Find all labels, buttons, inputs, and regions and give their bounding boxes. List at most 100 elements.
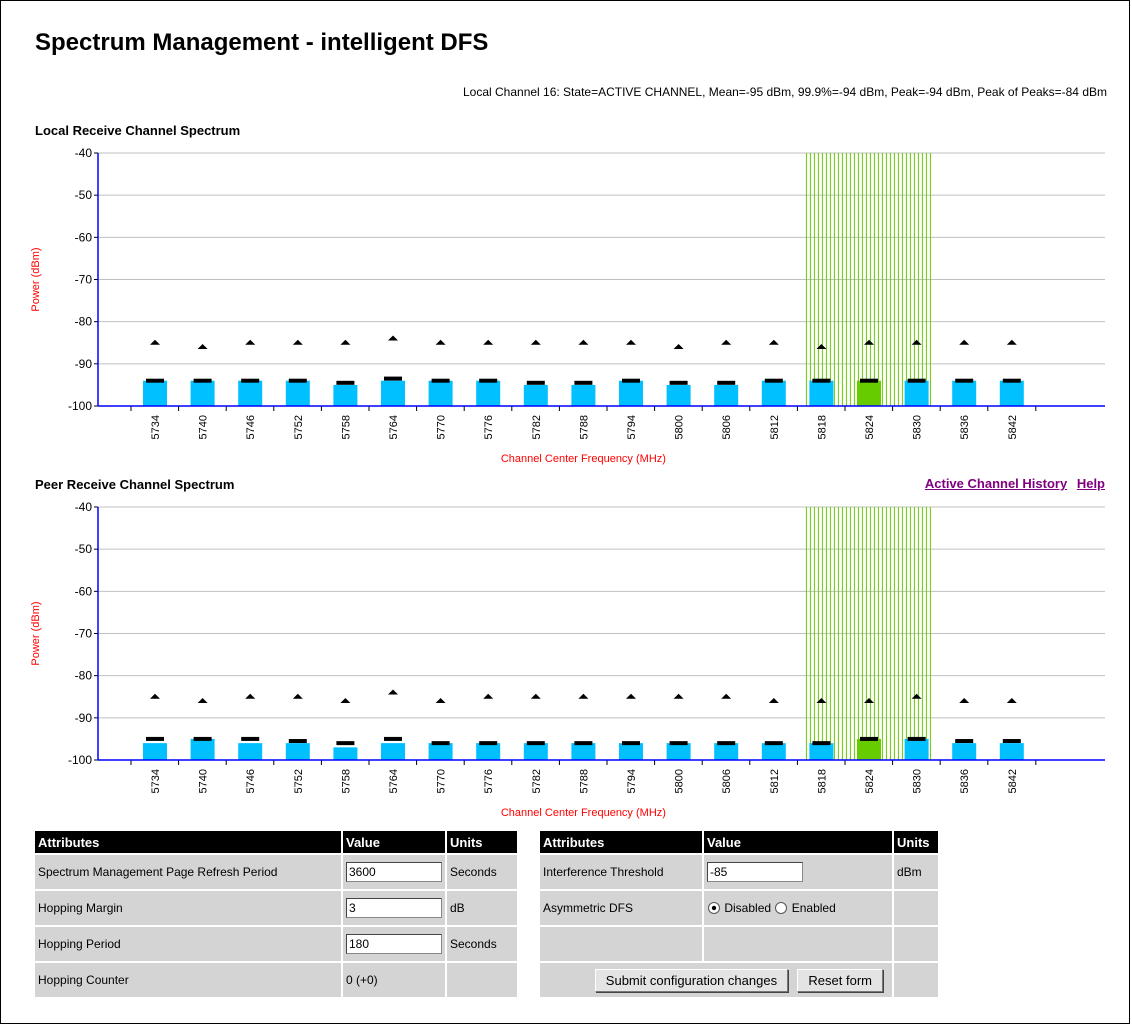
bar-5758 [333, 747, 358, 760]
bar-5824 [857, 738, 881, 760]
x-tick-label: 5818 [816, 769, 828, 793]
interference-threshold-cell [704, 855, 892, 889]
hopping-counter-label: Hopping Counter [35, 963, 341, 997]
percentile-marker-5740 [193, 736, 212, 741]
bar-5740 [190, 380, 215, 406]
hopping-margin-input[interactable] [346, 898, 442, 918]
x-tick-label: 5824 [864, 415, 876, 439]
y-tick-label: -90 [75, 357, 93, 371]
y-tick-label: -80 [75, 669, 93, 683]
percentile-marker-5758 [336, 380, 355, 385]
reset-form-button[interactable]: Reset form [797, 968, 883, 992]
percentile-marker-5764 [384, 376, 402, 381]
peak-marker-5788 [578, 339, 589, 345]
table-row [540, 927, 938, 961]
percentile-marker-5812 [764, 741, 783, 746]
percentile-marker-5836 [955, 378, 974, 383]
peak-marker-5746 [245, 693, 256, 699]
y-axis-label: Power (dBm) [30, 247, 42, 311]
percentile-marker-5776 [479, 741, 498, 746]
x-tick-label: 5812 [769, 415, 781, 439]
x-tick-label: 5818 [816, 415, 828, 439]
y-tick-label: -40 [75, 146, 93, 160]
percentile-marker-5788 [574, 741, 593, 746]
status-line: Local Channel 16: State=ACTIVE CHANNEL, … [462, 85, 1107, 99]
y-tick-label: -100 [68, 399, 92, 413]
x-tick-label: 5764 [388, 769, 400, 793]
table-row: Interference Threshold dBm [540, 855, 938, 889]
refresh-period-input[interactable] [346, 862, 442, 882]
bar-5806 [714, 743, 739, 760]
interference-threshold-input[interactable] [707, 862, 803, 882]
y-tick-label: -40 [75, 500, 93, 514]
x-tick-label: 5752 [293, 415, 305, 439]
y-tick-label: -90 [75, 711, 93, 725]
peak-marker-5734 [150, 693, 160, 699]
peak-marker-5764 [388, 689, 398, 695]
peak-marker-5812 [768, 339, 779, 345]
percentile-marker-5836 [955, 739, 974, 744]
percentile-marker-5740 [193, 378, 212, 383]
percentile-marker-5770 [431, 741, 450, 746]
peak-marker-5836 [959, 697, 970, 703]
active-channel-history-link[interactable]: Active Channel History [925, 476, 1067, 491]
bar-5734 [143, 380, 167, 406]
peak-marker-5830 [911, 339, 922, 345]
peak-marker-5770 [435, 697, 446, 703]
hopping-counter-units [447, 963, 517, 997]
bar-5818 [809, 380, 834, 406]
table-row: Hopping Counter 0 (+0) [35, 963, 517, 997]
peak-marker-5800 [673, 343, 684, 349]
peak-marker-5734 [150, 339, 160, 345]
hopping-period-units: Seconds [447, 927, 517, 961]
x-tick-label: 5776 [483, 769, 495, 793]
x-axis-label: Channel Center Frequency (MHz) [501, 807, 666, 819]
hopping-period-input[interactable] [346, 934, 442, 954]
percentile-marker-5842 [1002, 378, 1021, 383]
percentile-marker-5806 [717, 741, 736, 746]
help-link[interactable]: Help [1077, 476, 1105, 491]
peak-marker-5830 [911, 693, 922, 699]
col-header-value: Value [343, 831, 445, 853]
asym-enabled-radio[interactable] [774, 901, 788, 915]
x-tick-label: 5740 [198, 415, 210, 439]
percentile-marker-5842 [1002, 739, 1021, 744]
page-title: Spectrum Management - intelligent DFS [35, 29, 489, 56]
bar-5794 [619, 380, 643, 406]
bar-5758 [333, 384, 358, 406]
y-tick-label: -100 [68, 753, 92, 767]
x-tick-label: 5752 [293, 769, 305, 793]
peak-marker-5782 [530, 339, 541, 345]
percentile-marker-5764 [384, 736, 402, 741]
form-buttons-cell: Submit configuration changes Reset form [540, 963, 892, 997]
x-tick-label: 5782 [531, 769, 543, 793]
x-tick-label: 5746 [245, 415, 257, 439]
bar-5830 [904, 738, 929, 760]
asym-disabled-radio[interactable] [707, 901, 721, 915]
percentile-marker-5746 [241, 378, 260, 383]
x-tick-label: 5836 [959, 769, 971, 793]
x-tick-label: 5764 [388, 415, 400, 439]
hopping-margin-label: Hopping Margin [35, 891, 341, 925]
submit-configuration-button[interactable]: Submit configuration changes [594, 968, 789, 992]
bar-5770 [428, 380, 453, 406]
bar-5788 [571, 384, 596, 406]
percentile-marker-5758 [336, 741, 355, 746]
peak-marker-5794 [626, 693, 636, 699]
x-tick-label: 5770 [436, 769, 448, 793]
refresh-period-label: Spectrum Management Page Refresh Period [35, 855, 341, 889]
percentile-marker-5806 [717, 380, 736, 385]
x-tick-label: 5800 [674, 769, 686, 793]
peak-marker-5752 [292, 339, 303, 345]
local-chart-title: Local Receive Channel Spectrum [35, 123, 241, 138]
x-tick-label: 5806 [721, 769, 733, 793]
peer-spectrum-chart: -40 -50 -60 -70 -80 -90 -100 5734 5740 5746 5752 57… [30, 500, 1105, 819]
header-links: Active Channel History Help [919, 476, 1105, 491]
peak-marker-5758 [340, 697, 351, 703]
asymmetric-dfs-label: Asymmetric DFS [540, 891, 702, 925]
percentile-marker-5770 [431, 378, 450, 383]
bar-5800 [666, 743, 691, 760]
bar-5734 [143, 743, 167, 760]
asym-disabled-label: Disabled [724, 900, 772, 915]
x-axis-label: Channel Center Frequency (MHz) [501, 453, 666, 465]
